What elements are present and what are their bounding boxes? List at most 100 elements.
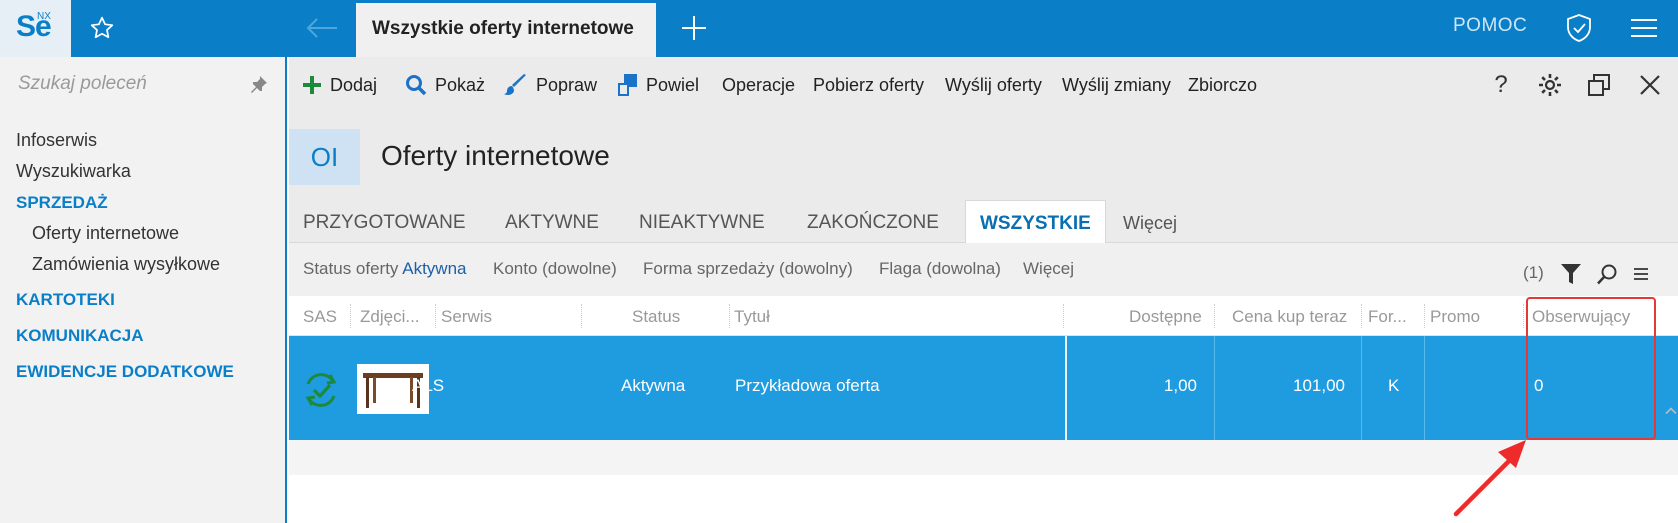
search-icon[interactable]: [1597, 264, 1618, 285]
cell-form: K: [1388, 376, 1400, 395]
tab-active[interactable]: AKTYWNE: [505, 200, 599, 243]
cell-status: Aktywna: [621, 376, 686, 395]
tab-all[interactable]: WSZYSTKIE: [965, 200, 1106, 244]
logo-superscript: NX: [37, 11, 51, 22]
settings-button[interactable]: [1530, 65, 1570, 105]
show-button-label: Pokaż: [435, 74, 486, 95]
main-menu-button[interactable]: [1622, 8, 1666, 48]
sidebar-item-zamowienia-wysylkowe[interactable]: Zamówienia wysyłkowe: [16, 249, 234, 280]
filter-count: (1): [1523, 263, 1544, 282]
edit-button[interactable]: Popraw: [504, 57, 597, 113]
filter-bar: Status oferty Aktywna Konto (dowolne) Fo…: [289, 243, 1678, 296]
toolbar: Dodaj Pokaż Popraw Powiel Operacje Pobie…: [289, 57, 1678, 113]
add-button-label: Dodaj: [330, 74, 378, 95]
cell-service: ALS: [412, 376, 445, 395]
filter-account[interactable]: Konto (dowolne): [493, 259, 617, 279]
tab-inactive[interactable]: NIEAKTYWNE: [639, 200, 765, 243]
close-icon: [1640, 75, 1660, 95]
sidebar: Szukaj poleceń Infoserwis Wyszukiwarka S…: [0, 57, 287, 523]
col-photo[interactable]: Zdjęci...: [360, 307, 420, 327]
favorites-button[interactable]: [80, 8, 124, 48]
filter-status[interactable]: Status oferty Aktywna: [303, 259, 466, 279]
new-tab-button[interactable]: [672, 8, 716, 48]
col-available[interactable]: Dostępne: [1129, 307, 1202, 327]
page-header: OI Oferty internetowe: [289, 113, 1678, 200]
tab-title: Wszystkie oferty internetowe: [372, 18, 634, 39]
col-form[interactable]: For...: [1368, 307, 1407, 327]
close-button[interactable]: [1630, 65, 1670, 105]
operations-label: Operacje: [722, 74, 796, 95]
copy-icon: [618, 74, 637, 96]
sidebar-section-kartoteki[interactable]: KARTOTEKI: [16, 283, 234, 316]
sidebar-section-ewidencje[interactable]: EWIDENCJE DODATKOWE: [16, 355, 234, 388]
gear-icon: [1539, 74, 1561, 96]
col-promo[interactable]: Promo: [1430, 307, 1480, 327]
arrow-left-icon: [306, 18, 337, 38]
send-changes-button[interactable]: Wyślij zmiany: [1062, 57, 1171, 113]
security-button[interactable]: [1557, 8, 1601, 48]
status-tabs: PRZYGOTOWANE AKTYWNE NIEAKTYWNE ZAKOŃCZO…: [289, 200, 1678, 244]
send-offers-label: Wyślij oferty: [945, 74, 1042, 95]
cell-available: 1,00: [1163, 376, 1197, 395]
fetch-offers-button[interactable]: Pobierz oferty: [813, 57, 924, 113]
back-button[interactable]: [300, 8, 344, 48]
fetch-offers-label: Pobierz oferty: [813, 74, 925, 95]
sidebar-nav: Infoserwis Wyszukiwarka SPRZEDAŻ Oferty …: [16, 125, 234, 388]
help-link[interactable]: POMOC: [1453, 15, 1527, 37]
send-offers-button[interactable]: Wyślij oferty: [945, 57, 1042, 113]
send-changes-label: Wyślij zmiany: [1062, 74, 1171, 95]
summary-label: Zbiorczo: [1188, 74, 1258, 95]
plus-icon: [682, 16, 706, 40]
hamburger-icon: [1631, 19, 1657, 37]
tab-all-offers[interactable]: Wszystkie oferty internetowe: [356, 0, 656, 57]
sidebar-section-sprzedaz[interactable]: SPRZEDAŻ: [16, 187, 234, 218]
col-buy-now-price[interactable]: Cena kup teraz: [1232, 307, 1347, 327]
page-title: Oferty internetowe: [381, 140, 610, 171]
app-logo[interactable]: Se NX: [0, 0, 71, 57]
annotation-arrow-icon: [1453, 440, 1526, 517]
sidebar-item-oferty-internetowe[interactable]: Oferty internetowe: [16, 218, 234, 249]
tab-finished[interactable]: ZAKOŃCZONE: [807, 200, 939, 243]
edit-button-label: Popraw: [536, 74, 598, 95]
col-title[interactable]: Tytuł: [734, 307, 770, 327]
show-button[interactable]: Pokaż: [405, 57, 485, 113]
col-sas[interactable]: SAS: [303, 307, 337, 327]
module-badge: OI: [289, 129, 360, 185]
col-status[interactable]: Status: [632, 307, 680, 327]
sidebar-section-komunikacja[interactable]: KOMUNIKACJA: [16, 319, 234, 352]
sidebar-item-wyszukiwarka[interactable]: Wyszukiwarka: [16, 156, 234, 187]
duplicate-button[interactable]: Powiel: [618, 57, 699, 113]
sync-check-icon: [305, 373, 337, 407]
grid-header: SAS Zdjęci... Serwis Status Tytuł Dostęp…: [289, 296, 1678, 336]
star-icon: [90, 16, 114, 39]
restore-window-icon: [1588, 74, 1610, 96]
list-options-icon[interactable]: [1634, 267, 1648, 281]
filter-status-value: Aktywna: [402, 259, 467, 278]
filter-icon[interactable]: [1561, 264, 1581, 284]
shield-check-icon: [1567, 14, 1591, 42]
top-bar: Se NX Wszystkie oferty internetowe POMOC: [0, 0, 1678, 57]
operations-menu[interactable]: Operacje: [722, 57, 795, 113]
sidebar-item-infoserwis[interactable]: Infoserwis: [16, 125, 234, 156]
cell-buy-now-price: 101,00: [1293, 376, 1345, 395]
table-row[interactable]: ALS Aktywna Przykładowa oferta 1,00 101,…: [289, 336, 1678, 440]
pin-icon[interactable]: [250, 75, 268, 93]
help-icon[interactable]: ?: [1481, 65, 1521, 105]
annotation-highlight-box: [1526, 297, 1656, 440]
duplicate-button-label: Powiel: [646, 74, 700, 95]
cell-title: Przykładowa oferta: [735, 376, 880, 395]
tab-prepared[interactable]: PRZYGOTOWANE: [303, 200, 466, 243]
add-button[interactable]: Dodaj: [302, 57, 377, 113]
plus-icon: [303, 76, 321, 94]
filter-sale-form[interactable]: Forma sprzedaży (dowolny): [643, 259, 853, 279]
col-service[interactable]: Serwis: [441, 307, 492, 327]
search-icon: [406, 75, 427, 96]
restore-window-button[interactable]: [1579, 65, 1619, 105]
scroll-up-icon[interactable]: [1664, 300, 1678, 523]
tab-more[interactable]: Więcej: [1123, 200, 1177, 243]
brush-icon: [504, 74, 526, 95]
filter-flag[interactable]: Flaga (dowolna): [879, 259, 1001, 279]
command-search-input[interactable]: Szukaj poleceń: [18, 73, 147, 95]
summary-button[interactable]: Zbiorczo: [1188, 57, 1257, 113]
filter-more[interactable]: Więcej: [1023, 259, 1074, 279]
